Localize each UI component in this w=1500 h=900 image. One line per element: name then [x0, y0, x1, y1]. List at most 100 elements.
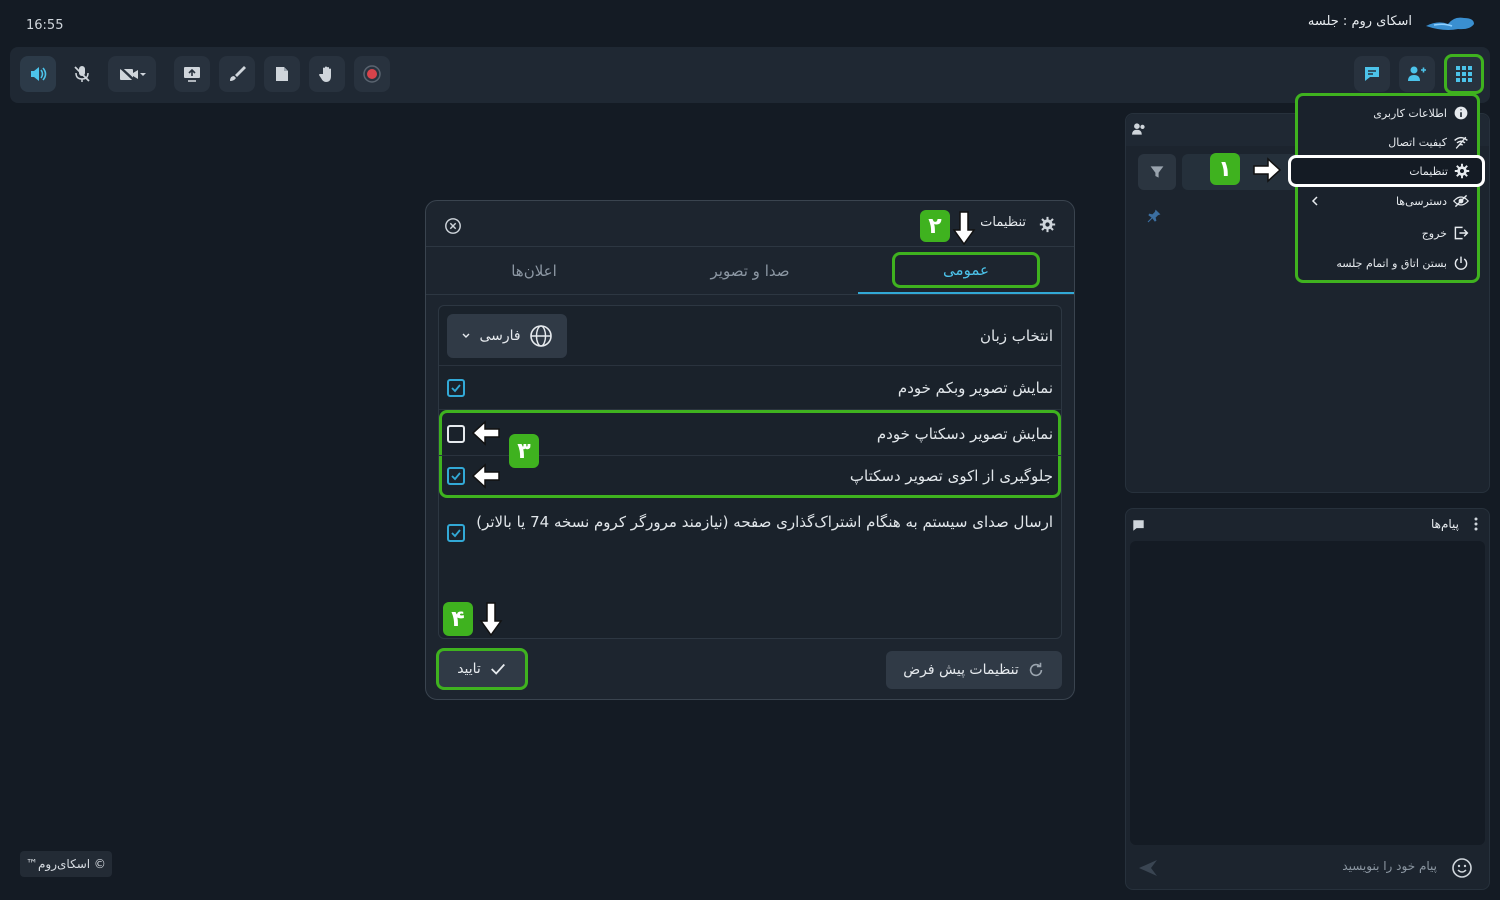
step-badge-2: ۲: [920, 210, 950, 242]
system-audio-checkbox[interactable]: [447, 524, 465, 542]
settings-tabs: عمومی صدا و تصویر اعلان‌ها: [426, 247, 1074, 295]
messages-panel: پیام‌ها پیام خود را بنویسید: [1125, 508, 1490, 890]
tab-label: عمومی: [943, 260, 989, 279]
filter-button[interactable]: [1138, 154, 1176, 190]
copyright: © اسکای‌روم™: [20, 851, 112, 877]
speaker-button[interactable]: [20, 56, 56, 92]
chat-toggle-button[interactable]: [1354, 56, 1390, 92]
brush-icon: [230, 66, 246, 81]
menu-item-label: بستن اتاق و اتمام جلسه: [1336, 256, 1447, 270]
tab-notifications[interactable]: اعلان‌ها: [426, 247, 642, 294]
globe-icon: [529, 325, 552, 347]
message-placeholder: پیام خود را بنویسید: [1342, 859, 1437, 873]
menu-item-label: خروج: [1421, 226, 1447, 240]
skyroom-logo: [1426, 17, 1474, 30]
check-icon: [451, 529, 461, 538]
emoji-icon[interactable]: [1451, 857, 1473, 879]
more-vertical-icon[interactable]: [1473, 517, 1479, 531]
users-icon: [1132, 123, 1145, 135]
messages-list: [1130, 541, 1485, 845]
apps-menu-button[interactable]: [1444, 54, 1484, 94]
desktop-checkbox[interactable]: [447, 424, 465, 443]
step-badge-4: ۴: [443, 602, 473, 636]
step-badge-1: ۱: [1210, 153, 1240, 185]
menu-item-label: دسترسی‌ها: [1395, 194, 1447, 208]
main-menu: اطلاعات کاربری کیفیت اتصال تنظیمات دسترس…: [1288, 93, 1485, 283]
arrow-left-icon: [471, 420, 500, 446]
message-input[interactable]: پیام خود را بنویسید: [1130, 849, 1485, 887]
arrow-down-icon: [479, 602, 503, 636]
menu-item-connection-quality[interactable]: کیفیت اتصال: [1306, 129, 1469, 155]
tab-audio-video[interactable]: صدا و تصویر: [642, 247, 858, 294]
menu-item-permissions[interactable]: دسترسی‌ها: [1306, 188, 1469, 214]
dialog-header: تنظیمات ۲: [426, 201, 1074, 247]
menu-item-label: اطلاعات کاربری: [1373, 106, 1447, 120]
send-icon[interactable]: [1138, 859, 1158, 877]
language-label: انتخاب زبان: [979, 326, 1053, 345]
step-badge-3: ۳: [509, 434, 539, 468]
apps-grid-icon: [1456, 66, 1472, 82]
menu-item-user-info[interactable]: اطلاعات کاربری: [1306, 100, 1469, 126]
menu-item-settings[interactable]: تنظیمات: [1288, 155, 1485, 187]
gear-icon: [1454, 163, 1470, 179]
tab-label: اعلان‌ها: [511, 261, 557, 280]
gear-icon: [1039, 216, 1056, 233]
settings-content: انتخاب زبان فارسی نمایش تصویر وبکم خودم …: [438, 305, 1062, 639]
info-icon: [1454, 106, 1468, 120]
raise-hand-button[interactable]: [309, 56, 345, 92]
mic-button[interactable]: [64, 56, 100, 92]
language-select[interactable]: فارسی: [447, 314, 567, 358]
wifi-icon: [1454, 136, 1468, 149]
mic-off-icon: [74, 66, 90, 82]
close-icon[interactable]: [444, 217, 462, 235]
file-icon: [276, 67, 288, 81]
refresh-icon: [1029, 662, 1043, 677]
tab-general[interactable]: عمومی: [858, 247, 1074, 294]
settings-dialog: تنظیمات ۲ عمومی صدا و تصویر اعلان‌ها انت…: [425, 200, 1075, 700]
speaker-icon: [31, 67, 47, 81]
users-icon: [1408, 66, 1426, 81]
whiteboard-button[interactable]: [219, 56, 255, 92]
language-row: انتخاب زبان فارسی: [439, 306, 1061, 366]
window-title: اسکای روم : جلسه: [1307, 14, 1412, 29]
share-screen-button[interactable]: [174, 56, 210, 92]
option-label: نمایش تصویر دسکتاپ خودم: [876, 424, 1053, 443]
option-label: نمایش تصویر وبکم خودم: [897, 378, 1053, 397]
ok-button[interactable]: تایید: [436, 648, 528, 690]
files-button[interactable]: [264, 56, 300, 92]
menu-item-label: کیفیت اتصال: [1388, 135, 1447, 149]
ok-label: تایید: [457, 661, 481, 677]
default-settings-label: تنظیمات پیش فرض: [903, 662, 1019, 678]
default-settings-button[interactable]: تنظیمات پیش فرض: [886, 651, 1062, 689]
chevron-down-icon: [462, 333, 470, 338]
tab-highlight: عمومی: [892, 251, 1040, 288]
webcam-checkbox[interactable]: [447, 378, 465, 397]
dialog-title: تنظیمات: [980, 215, 1026, 230]
option-label: جلوگیری از اکوی تصویر دسکتاپ: [849, 467, 1053, 485]
power-icon: [1454, 256, 1468, 270]
tab-label: صدا و تصویر: [710, 261, 790, 280]
exit-icon: [1454, 226, 1469, 240]
check-icon: [490, 663, 505, 675]
record-button[interactable]: [354, 56, 390, 92]
clock: 16:55: [26, 18, 64, 33]
check-icon: [451, 383, 461, 392]
pin-icon[interactable]: [1146, 208, 1162, 224]
check-icon: [451, 472, 461, 481]
toolbar: [10, 47, 1490, 103]
share-screen-icon: [184, 67, 200, 82]
messages-title: پیام‌ها: [1430, 517, 1459, 531]
arrow-right-icon: [1253, 157, 1282, 183]
camera-button[interactable]: [108, 56, 156, 92]
option-row: ارسال صدای سیستم به هنگام اشتراک‌گذاری ص…: [439, 502, 1061, 564]
eye-off-icon: [1453, 194, 1469, 208]
menu-item-close-room[interactable]: بستن اتاق و اتمام جلسه: [1306, 250, 1469, 276]
menu-item-exit[interactable]: خروج: [1306, 220, 1469, 246]
echo-checkbox[interactable]: [447, 467, 465, 485]
arrow-left-icon: [471, 463, 500, 489]
option-label: ارسال صدای سیستم به هنگام اشتراک‌گذاری ص…: [476, 513, 1053, 531]
chat-icon: [1133, 520, 1144, 531]
menu-item-label: تنظیمات: [1409, 164, 1448, 178]
raise-hand-icon: [319, 66, 331, 82]
users-toggle-button[interactable]: [1399, 56, 1435, 92]
